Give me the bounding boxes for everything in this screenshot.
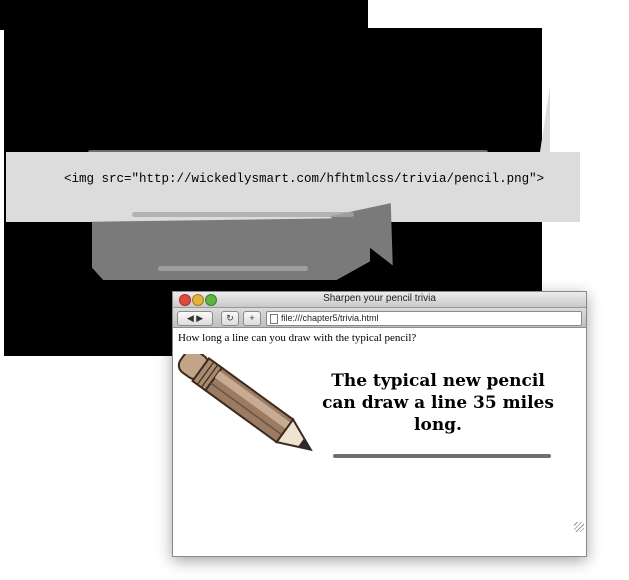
reload-arrow-icon: ↻ <box>226 313 234 323</box>
backdrop-top <box>0 0 368 30</box>
reload-button[interactable]: ↻ <box>221 311 239 326</box>
blurred-text <box>132 212 354 217</box>
file-icon <box>270 314 278 324</box>
drawn-line <box>333 454 551 458</box>
browser-toolbar: ◀ ▶ ↻ + file:///chapter5/trivia.html <box>173 308 586 328</box>
resize-grip[interactable] <box>574 522 584 532</box>
address-bar[interactable]: file:///chapter5/trivia.html <box>266 311 582 326</box>
browser-window: Sharpen your pencil trivia ◀ ▶ ↻ + file:… <box>172 291 587 557</box>
plus-icon: + <box>249 313 255 323</box>
back-forward-arrows-icon: ◀ ▶ <box>186 313 204 323</box>
trivia-answer: The typical new pencil can draw a line 3… <box>322 371 554 435</box>
url-text: file:///chapter5/trivia.html <box>281 313 379 323</box>
img-tag-code: <img src="http://wickedlysmart.com/hfhtm… <box>64 172 545 186</box>
pencil-image <box>177 354 313 452</box>
window-title: Sharpen your pencil trivia <box>323 293 436 304</box>
back-forward-button[interactable]: ◀ ▶ <box>177 311 213 326</box>
trivia-question: How long a line can you draw with the ty… <box>178 332 417 344</box>
title-bar: Sharpen your pencil trivia <box>173 292 586 308</box>
page-content: How long a line can you draw with the ty… <box>173 328 586 534</box>
callout-tail <box>540 86 550 152</box>
blurred-text <box>158 266 308 271</box>
add-bookmark-button[interactable]: + <box>243 311 261 326</box>
